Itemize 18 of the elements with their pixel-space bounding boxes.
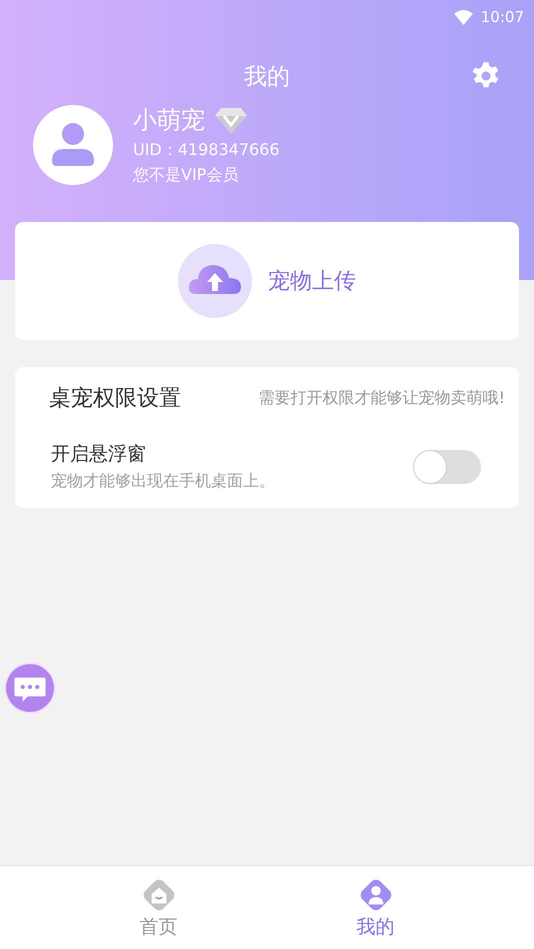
nav-tab[interactable]: 首页 bbox=[118, 866, 198, 949]
upload-card[interactable]: 宠物上传 bbox=[15, 222, 519, 340]
setting-label: 开启悬浮窗 bbox=[51, 442, 147, 467]
vip-status: 您不是VIP会员 bbox=[133, 165, 240, 186]
avatar-icon[interactable] bbox=[33, 105, 113, 185]
cloud-upload-icon bbox=[178, 244, 252, 318]
wifi-icon bbox=[454, 10, 473, 24]
chat-bubble-icon[interactable] bbox=[4, 662, 56, 714]
setting-description: 宠物才能够出现在手机桌面上。 bbox=[51, 471, 275, 492]
section-hint: 需要打开权限才能够让宠物卖萌哦! bbox=[258, 388, 505, 408]
user-name: 小萌宠 bbox=[133, 105, 205, 136]
section-title: 桌宠权限设置 bbox=[49, 385, 181, 413]
toggle-switch[interactable] bbox=[413, 450, 481, 484]
status-time: 10:07 bbox=[480, 8, 524, 26]
page-title: 我的 bbox=[244, 62, 290, 92]
user-id: UID：4198347666 bbox=[133, 140, 280, 161]
nav-tab[interactable]: 我的 bbox=[336, 866, 416, 949]
diamond-icon bbox=[215, 106, 247, 134]
